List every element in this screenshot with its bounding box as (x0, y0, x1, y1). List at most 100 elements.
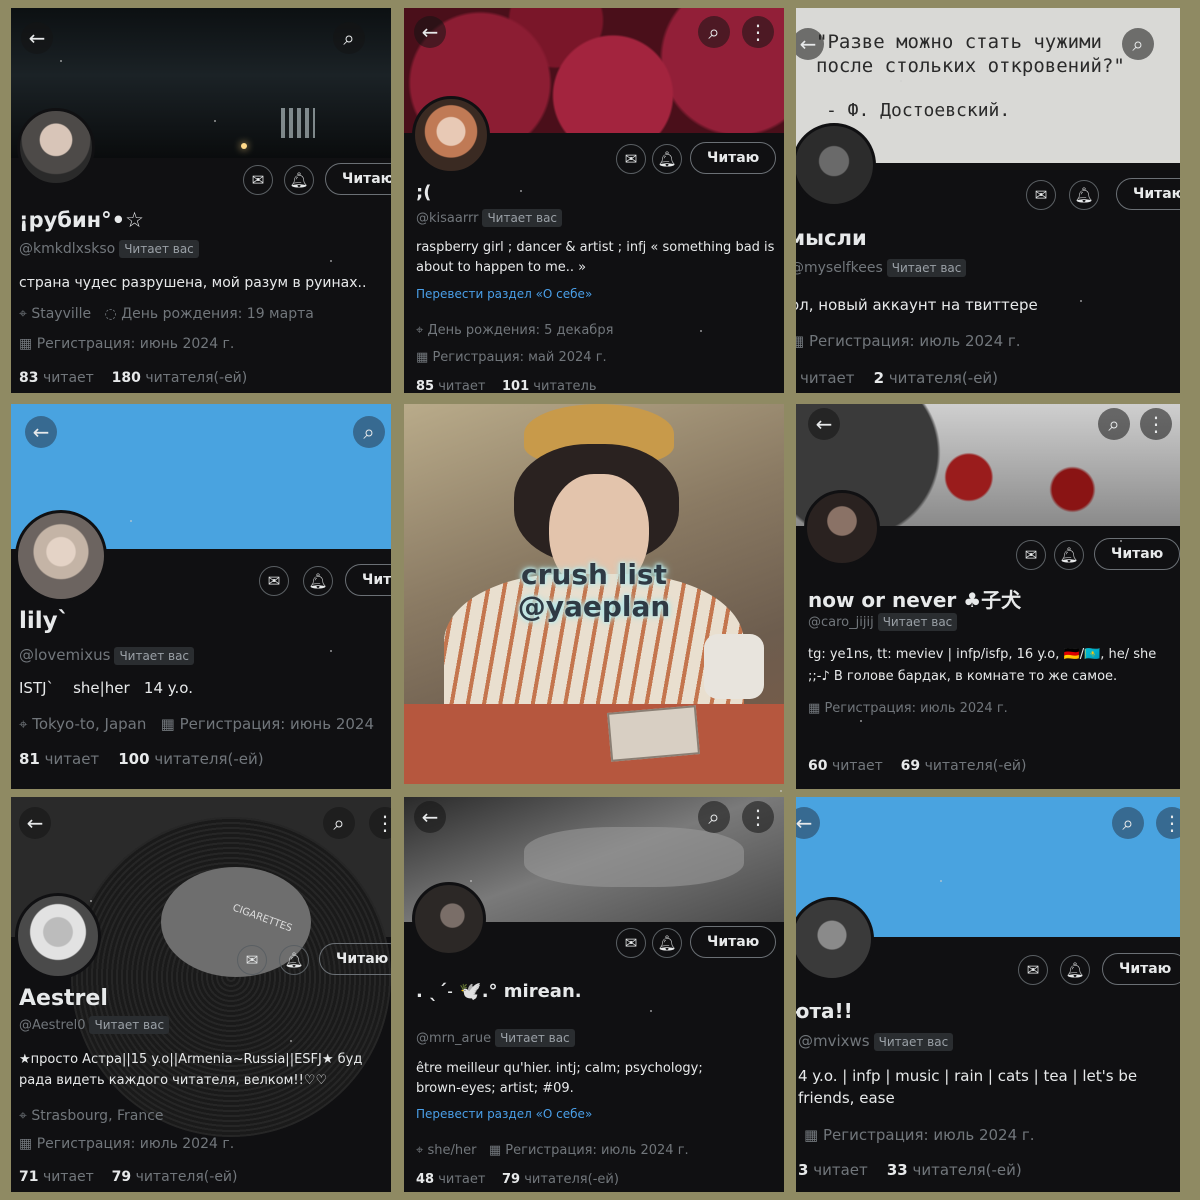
following-button[interactable]: Читаю (690, 926, 777, 958)
notify-button[interactable]: 🔔︎ (652, 928, 682, 958)
message-button[interactable]: ✉ (237, 945, 267, 975)
followers-link[interactable]: 33 читателя(-ей) (887, 1161, 1022, 1179)
following-button[interactable]: Читаю (1102, 953, 1180, 985)
following-link[interactable]: 71 читает (19, 1169, 94, 1185)
more-button[interactable]: ⋮ (742, 801, 774, 833)
following-count: 83 (19, 370, 39, 386)
bio: raspberry girl ; dancer & artist ; infj … (416, 240, 775, 275)
following-button[interactable]: Читаю (1116, 178, 1180, 210)
avatar[interactable] (17, 108, 95, 186)
notify-button[interactable]: 🔔︎ (284, 165, 314, 195)
back-button[interactable]: ← (25, 416, 57, 448)
followers-link[interactable]: 69 читателя(-ей) (901, 758, 1027, 774)
notify-button[interactable]: 🔔︎ (1054, 540, 1084, 570)
back-button[interactable]: ← (808, 408, 840, 440)
avatar[interactable] (412, 96, 490, 174)
search-button[interactable]: ⌕ (698, 16, 730, 48)
translate-bio-link[interactable]: Перевести раздел «О себе» (416, 287, 592, 301)
search-button[interactable]: ⌕ (323, 807, 355, 839)
followers-text: читателя(-ей) (135, 1169, 238, 1185)
follow-stats: 71 читает 79 читателя(-ей) (19, 1169, 238, 1185)
following-button[interactable]: Читаю (690, 142, 777, 174)
table-shape (404, 704, 784, 784)
following-text: читает (44, 750, 100, 768)
username: @mvixws Читает вас (798, 1032, 954, 1051)
search-button[interactable]: ⌕ (1112, 807, 1144, 839)
following-label: Чит (362, 572, 391, 588)
location-text: Stayville (31, 306, 92, 322)
search-button[interactable]: ⌕ (698, 801, 730, 833)
message-button[interactable]: ✉ (1016, 540, 1046, 570)
search-button[interactable]: ⌕ (1098, 408, 1130, 440)
message-button[interactable]: ✉ (616, 144, 646, 174)
followers-link[interactable]: 100 читателя(-ей) (118, 750, 263, 768)
followers-link[interactable]: 79 читателя(-ей) (112, 1169, 238, 1185)
notify-button[interactable]: 🔔︎ (652, 144, 682, 174)
avatar[interactable] (796, 897, 874, 981)
following-count: 85 (416, 379, 435, 393)
search-button[interactable]: ⌕ (353, 416, 385, 448)
message-button[interactable]: ✉ (1018, 955, 1048, 985)
followers-link[interactable]: 101 читатель (502, 379, 597, 393)
message-button[interactable]: ✉ (1026, 180, 1056, 210)
mail-icon: ✉ (1026, 961, 1040, 979)
avatar[interactable] (15, 893, 101, 979)
location-row: ⌖ Strasbourg, France (19, 1108, 164, 1124)
notify-button[interactable]: 🔔︎ (279, 945, 309, 975)
following-link[interactable]: 83 читает (19, 370, 94, 386)
search-icon: ⌕ (1122, 811, 1134, 835)
message-button[interactable]: ✉ (616, 928, 646, 958)
following-button[interactable]: Читаю (1094, 538, 1180, 570)
notify-button[interactable]: 🔔︎ (1060, 955, 1090, 985)
followers-link[interactable]: 180 читателя(-ей) (112, 370, 248, 386)
display-name: . ˎˊ˗ 🕊️.° mirean. (416, 981, 582, 1002)
back-button[interactable]: ← (414, 16, 446, 48)
back-button[interactable]: ← (414, 801, 446, 833)
follows-you-badge: Читает вас (482, 209, 563, 227)
search-button[interactable]: ⌕ (1122, 28, 1154, 60)
followers-count: 2 (873, 369, 885, 387)
mail-icon: ✉ (245, 951, 259, 969)
username-text: @mrn_arue (416, 1031, 492, 1046)
following-link[interactable]: читает (800, 369, 855, 387)
translate-bio-link[interactable]: Перевести раздел «О себе» (416, 1107, 592, 1121)
quote-author: - Ф. Достоевский. (826, 100, 1011, 121)
back-button[interactable]: ← (21, 22, 53, 54)
following-link[interactable]: 48 читает (416, 1172, 485, 1187)
followers-link[interactable]: 79 читателя(-ей) (502, 1172, 619, 1187)
calendar-icon: ▦ (160, 715, 175, 733)
following-link[interactable]: 60 читает (808, 758, 883, 774)
followers-count: 180 (111, 370, 141, 386)
avatar[interactable] (412, 882, 486, 956)
following-link[interactable]: 81 читает (19, 750, 99, 768)
notify-button[interactable]: 🔔︎ (303, 566, 333, 596)
following-count: 3 (798, 1161, 809, 1179)
avatar[interactable] (804, 490, 880, 566)
following-button[interactable]: Чит (345, 564, 391, 596)
birthday-row: ⌖ День рождения: 5 декабря (416, 323, 613, 338)
more-button[interactable]: ⋮ (1156, 807, 1180, 839)
avatar[interactable] (15, 510, 107, 602)
location-text: Strasbourg, France (31, 1108, 164, 1124)
following-button[interactable]: Читаю (325, 163, 391, 195)
following-text: читает (438, 1172, 486, 1187)
following-text: читает (42, 370, 94, 386)
message-button[interactable]: ✉ (259, 566, 289, 596)
followers-link[interactable]: 2 читателя(-ей) (874, 369, 998, 387)
followers-text: читателя(-ей) (912, 1161, 1022, 1179)
back-button[interactable]: ← (19, 807, 51, 839)
following-link[interactable]: 85 читает (416, 379, 485, 393)
more-button[interactable]: ⋮ (742, 16, 774, 48)
message-button[interactable]: ✉ (243, 165, 273, 195)
following-text: читает (438, 379, 486, 393)
joined-row: ▦ Регистрация: июнь 2024 г. (19, 336, 234, 352)
search-button[interactable]: ⌕ (333, 22, 365, 54)
username-text: @Aestrel0 (19, 1018, 86, 1033)
avatar[interactable] (796, 123, 876, 207)
calendar-icon: ▦ (19, 1136, 33, 1152)
display-name: Aestrel (19, 986, 108, 1011)
more-button[interactable]: ⋮ (1140, 408, 1172, 440)
notify-button[interactable]: 🔔︎ (1069, 180, 1099, 210)
following-button[interactable]: Читаю (319, 943, 391, 975)
following-link[interactable]: 3 читает (798, 1161, 868, 1179)
